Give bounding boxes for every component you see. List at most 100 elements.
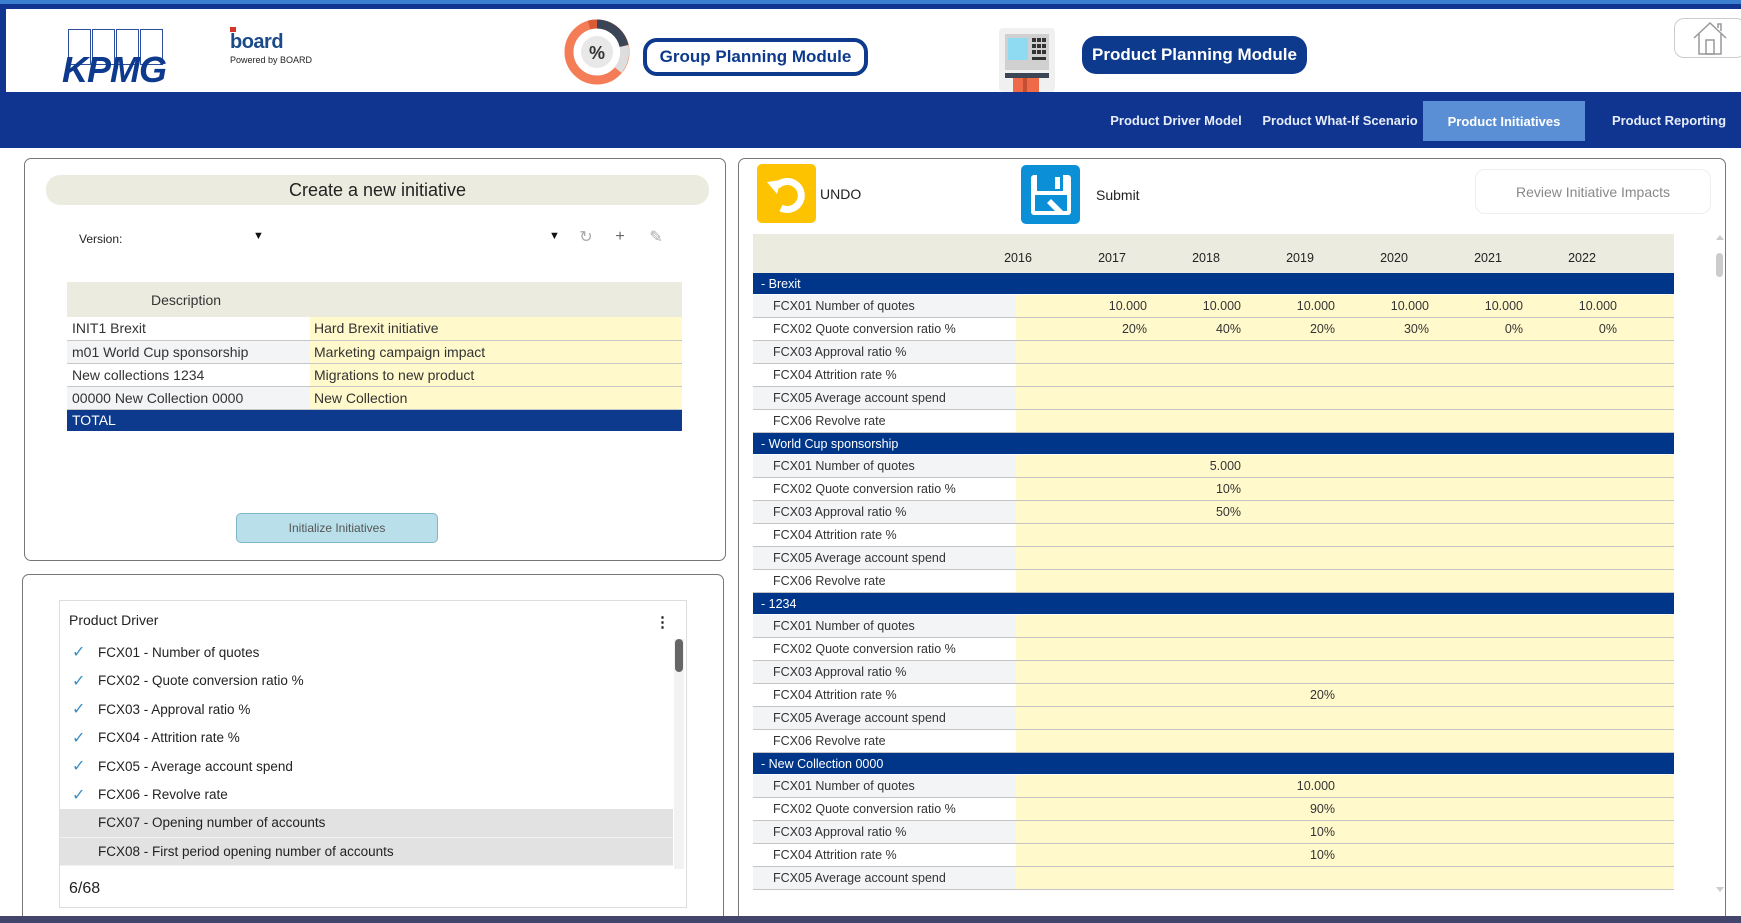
driver-label: FCX06 Revolve rate bbox=[753, 570, 1016, 592]
driver-item-label: FCX03 - Approval ratio % bbox=[98, 701, 251, 717]
value-cell[interactable]: 10.000 bbox=[1253, 299, 1347, 313]
scrollbar-thumb[interactable] bbox=[1716, 253, 1723, 277]
driver-list-scrollbar[interactable] bbox=[674, 639, 684, 869]
value-cell[interactable]: 10.000 bbox=[1535, 299, 1629, 313]
group-row[interactable]: - New Collection 0000 bbox=[753, 753, 1674, 775]
driver-list-item[interactable]: FCX08 - First period opening number of a… bbox=[60, 837, 673, 866]
scrollbar-thumb[interactable] bbox=[675, 639, 683, 672]
value-cells: 10.000 10.000 10.000 10.000 10.000 10.000 bbox=[1016, 295, 1674, 317]
initiative-code: m01 World Cup sponsorship bbox=[67, 340, 310, 364]
value-cell[interactable]: 40% bbox=[1159, 322, 1253, 336]
value-cell[interactable]: 90% bbox=[1253, 802, 1347, 816]
initiative-description-input[interactable]: Migrations to new product bbox=[310, 363, 682, 387]
table-row[interactable]: INIT1 Brexit Hard Brexit initiative bbox=[67, 317, 682, 341]
driver-list-item[interactable]: ✓ FCX05 - Average account spend bbox=[60, 752, 673, 781]
table-row[interactable]: m01 World Cup sponsorship Marketing campa… bbox=[67, 340, 682, 364]
value-cell[interactable]: 50% bbox=[1159, 505, 1253, 519]
group-rows: FCX01 Number of quotes 10.000 FCX02 Quote … bbox=[753, 775, 1674, 890]
value-cells: 5.000 bbox=[1016, 455, 1674, 477]
driver-list-item[interactable]: FCX07 - Opening number of accounts bbox=[60, 809, 673, 838]
value-cell[interactable]: 0% bbox=[1441, 322, 1535, 336]
product-planning-module-button[interactable]: Product Planning Module bbox=[1082, 36, 1307, 74]
table-row: FCX06 Revolve rate bbox=[753, 730, 1674, 753]
driver-label: FCX02 Quote conversion ratio % bbox=[753, 638, 1016, 660]
undo-button[interactable]: UNDO bbox=[757, 164, 861, 223]
initialize-initiatives-button[interactable]: Initialize Initiatives bbox=[236, 513, 438, 543]
tab-product-initiatives[interactable]: Product Initiatives bbox=[1423, 101, 1585, 141]
percent-donut-icon[interactable]: % bbox=[563, 18, 631, 86]
value-cell[interactable]: 20% bbox=[1253, 322, 1347, 336]
driver-list-item[interactable]: ✓ FCX03 - Approval ratio % bbox=[60, 695, 673, 724]
value-cell[interactable]: 10.000 bbox=[1347, 299, 1441, 313]
edit-pencil-icon[interactable]: ✎ bbox=[647, 228, 665, 246]
total-label: TOTAL bbox=[67, 409, 682, 431]
tab-product-driver-model[interactable]: Product Driver Model bbox=[1108, 92, 1244, 148]
initiative-description-input[interactable]: Hard Brexit initiative bbox=[310, 317, 682, 341]
value-cells bbox=[1016, 524, 1674, 546]
value-cell[interactable]: 20% bbox=[1065, 322, 1159, 336]
more-options-icon[interactable]: ⋮ bbox=[655, 613, 670, 631]
scroll-down-arrow[interactable] bbox=[1716, 887, 1724, 892]
value-cell[interactable]: 10.000 bbox=[1253, 779, 1347, 793]
value-cell[interactable]: 10.000 bbox=[1159, 299, 1253, 313]
value-cell[interactable]: 5.000 bbox=[1159, 459, 1253, 473]
driver-list-item[interactable]: ✓ FCX04 - Attrition rate % bbox=[60, 724, 673, 753]
tab-product-reporting[interactable]: Product Reporting bbox=[1604, 92, 1734, 148]
product-driver-selector: Product Driver ⋮ ✓ FCX01 - Number of quot… bbox=[59, 600, 687, 908]
driver-item-label: FCX05 - Average account spend bbox=[98, 758, 293, 774]
tab-product-what-if-scenario[interactable]: Product What-If Scenario bbox=[1260, 92, 1420, 148]
percent-symbol: % bbox=[589, 43, 605, 63]
initiative-code: New collections 1234 bbox=[67, 363, 310, 387]
driver-label: FCX03 Approval ratio % bbox=[753, 341, 1016, 363]
initiative-description-input[interactable]: Marketing campaign impact bbox=[310, 340, 682, 364]
table-row: FCX03 Approval ratio % bbox=[753, 341, 1674, 364]
atm-icon[interactable] bbox=[999, 28, 1055, 98]
value-cell[interactable]: 0% bbox=[1535, 322, 1629, 336]
group-row[interactable]: - 1234 bbox=[753, 593, 1674, 615]
version-dropdown[interactable]: ▼ bbox=[253, 230, 264, 242]
header-logo-strip: KPMG board Powered by BOARD % Group Plan… bbox=[6, 9, 1741, 98]
initiative-description-input[interactable]: New Collection bbox=[310, 386, 682, 410]
group-row[interactable]: - Brexit bbox=[753, 273, 1674, 295]
value-cell[interactable]: 10% bbox=[1159, 482, 1253, 496]
driver-label: FCX01 Number of quotes bbox=[753, 455, 1016, 477]
submit-label: Submit bbox=[1096, 186, 1140, 203]
undo-icon bbox=[757, 164, 816, 223]
driver-list-item[interactable]: ✓ FCX01 - Number of quotes bbox=[60, 638, 673, 667]
table-row: FCX05 Average account spend bbox=[753, 547, 1674, 570]
grid-scrollbar[interactable] bbox=[1715, 235, 1725, 895]
initiative-code: INIT1 Brexit bbox=[67, 317, 310, 341]
initiative-grid-panel: UNDO Submit Review Initiative Impacts 20… bbox=[738, 158, 1726, 923]
add-icon[interactable]: + bbox=[611, 228, 629, 246]
undo-label: UNDO bbox=[820, 185, 862, 202]
value-cell[interactable]: 10% bbox=[1253, 825, 1347, 839]
group-planning-module-button[interactable]: Group Planning Module bbox=[643, 38, 868, 76]
year-header: 2022 bbox=[1568, 251, 1596, 265]
value-cell[interactable]: 10% bbox=[1253, 848, 1347, 862]
value-cell[interactable]: 20% bbox=[1253, 688, 1347, 702]
driver-list-item[interactable]: ✓ FCX06 - Revolve rate bbox=[60, 781, 673, 810]
driver-label: FCX06 Revolve rate bbox=[753, 410, 1016, 432]
value-cells bbox=[1016, 387, 1674, 409]
scroll-up-arrow[interactable] bbox=[1716, 235, 1724, 240]
driver-label: FCX01 Number of quotes bbox=[753, 615, 1016, 637]
table-row: FCX04 Attrition rate % bbox=[753, 364, 1674, 387]
table-row[interactable]: 00000 New Collection 0000 New Collection bbox=[67, 386, 682, 410]
value-cell[interactable]: 30% bbox=[1347, 322, 1441, 336]
table-row[interactable]: New collections 1234 Migrations to new pr… bbox=[67, 363, 682, 387]
value-cell[interactable]: 10.000 bbox=[1065, 299, 1159, 313]
refresh-icon[interactable]: ↻ bbox=[577, 228, 595, 246]
driver-list-item[interactable]: ✓ FCX02 - Quote conversion ratio % bbox=[60, 667, 673, 696]
group-row[interactable]: - World Cup sponsorship bbox=[753, 433, 1674, 455]
submit-button[interactable]: Submit bbox=[1021, 165, 1140, 224]
review-initiative-impacts-button[interactable]: Review Initiative Impacts bbox=[1475, 169, 1711, 214]
table-row: FCX04 Attrition rate % 20% bbox=[753, 684, 1674, 707]
value-cells: 20% 40% 20% 30% 0% 0% bbox=[1016, 318, 1674, 340]
value-cells: 10% bbox=[1016, 844, 1674, 866]
secondary-dropdown[interactable]: ▼ bbox=[549, 230, 560, 242]
value-cell[interactable]: 10.000 bbox=[1441, 299, 1535, 313]
driver-label: FCX03 Approval ratio % bbox=[753, 821, 1016, 843]
home-button[interactable] bbox=[1674, 18, 1741, 58]
value-cells: 10% bbox=[1016, 478, 1674, 500]
year-header: 2018 bbox=[1192, 251, 1220, 265]
